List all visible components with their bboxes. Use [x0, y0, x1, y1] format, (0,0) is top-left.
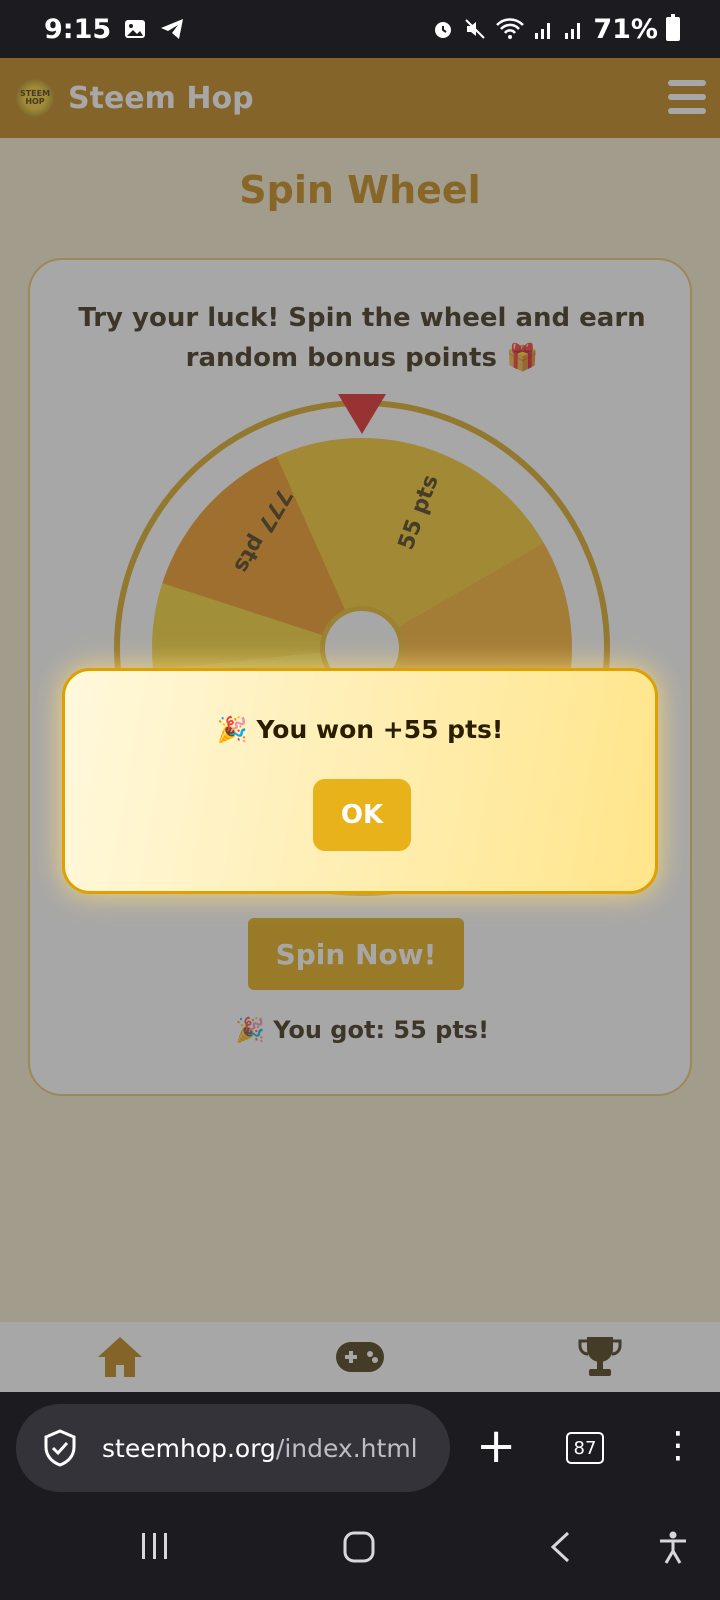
win-message: 🎉 You won +55 pts!	[216, 715, 504, 744]
status-bar: 9:15 71%	[0, 0, 720, 58]
url-text: steemhop.org/index.html	[102, 1434, 418, 1463]
phone-screen: 9:15 71% STEEM HOP Steem Hop Spin Wheel …	[0, 0, 720, 1600]
url-domain: steemhop.org	[102, 1433, 276, 1463]
accessibility-icon[interactable]	[656, 1530, 690, 1566]
tabs-count-button[interactable]: 87	[566, 1432, 604, 1464]
url-path: /index.html	[275, 1433, 418, 1463]
shield-check-icon	[44, 1429, 76, 1467]
battery-icon	[666, 14, 680, 41]
address-bar[interactable]: steemhop.org/index.html	[16, 1404, 450, 1492]
back-icon[interactable]	[548, 1530, 572, 1564]
mute-icon	[465, 19, 486, 39]
gallery-icon	[125, 20, 146, 38]
browser-toolbar: steemhop.org/index.html + 87 ⋮	[0, 1392, 720, 1504]
battery-percent: 71%	[593, 13, 658, 45]
recent-apps-icon[interactable]	[138, 1530, 172, 1562]
signal-icon	[535, 23, 551, 39]
new-tab-plus-icon[interactable]: +	[476, 1416, 516, 1480]
more-options-icon[interactable]: ⋮	[660, 1418, 696, 1478]
telegram-icon	[161, 19, 184, 39]
status-left: 9:15	[44, 14, 185, 45]
wifi-icon	[496, 18, 525, 39]
win-modal: 🎉 You won +55 pts! OK	[62, 668, 658, 894]
system-nav-bar	[0, 1504, 720, 1600]
app-content: STEEM HOP Steem Hop Spin Wheel Try your …	[0, 58, 720, 1392]
alarm-icon	[435, 22, 452, 38]
signal-icon-2	[565, 23, 581, 39]
status-time: 9:15	[44, 13, 112, 45]
status-right: 71%	[431, 14, 680, 45]
ok-button[interactable]: OK	[313, 779, 411, 851]
home-button-icon[interactable]	[342, 1530, 376, 1564]
